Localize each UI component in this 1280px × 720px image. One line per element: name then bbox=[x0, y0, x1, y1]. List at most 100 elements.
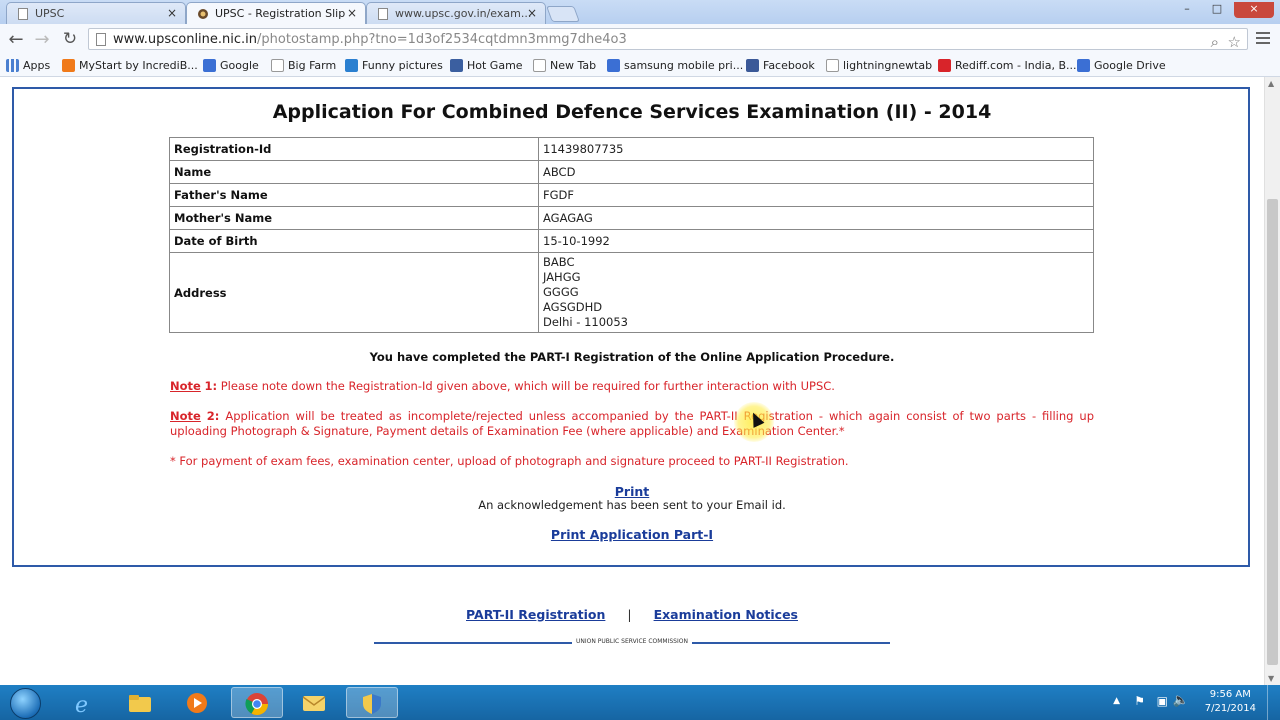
address-line: JAHGG bbox=[543, 270, 581, 284]
bookmark-apps[interactable]: Apps bbox=[6, 59, 50, 72]
scroll-down-icon[interactable]: ▼ bbox=[1268, 674, 1274, 683]
table-row: Father's Name FGDF bbox=[169, 183, 1094, 207]
svg-text:e: e bbox=[75, 693, 88, 715]
taskbar-security[interactable] bbox=[346, 687, 398, 718]
page-content: Application For Combined Defence Service… bbox=[0, 77, 1264, 685]
hot-game-icon bbox=[450, 59, 463, 72]
address-line: BABC bbox=[543, 255, 575, 269]
close-icon[interactable]: × bbox=[167, 6, 177, 20]
scrollbar-thumb[interactable] bbox=[1267, 199, 1278, 665]
new-tab-button[interactable] bbox=[546, 6, 580, 22]
maximize-button[interactable]: □ bbox=[1204, 2, 1230, 18]
page-icon bbox=[271, 59, 284, 72]
registration-details-table: Registration-Id 11439807735 Name ABCD Fath… bbox=[169, 137, 1094, 333]
examination-notices-link[interactable]: Examination Notices bbox=[654, 607, 798, 622]
tab-upsc[interactable]: UPSC × bbox=[6, 2, 186, 24]
funny-pictures-icon bbox=[345, 59, 358, 72]
bookmark-samsung[interactable]: samsung mobile pri... bbox=[607, 59, 743, 72]
clock-date: 7/21/2014 bbox=[1204, 703, 1256, 714]
apps-icon bbox=[6, 59, 19, 72]
field-value: ABCD bbox=[538, 160, 1094, 184]
zoom-icon[interactable]: ⌕ bbox=[1211, 31, 1219, 53]
start-button[interactable] bbox=[4, 685, 46, 720]
bookmark-big-farm[interactable]: Big Farm bbox=[271, 59, 336, 72]
clock-time: 9:56 AM bbox=[1209, 689, 1251, 700]
table-row: Mother's Name AGAGAG bbox=[169, 206, 1094, 230]
minimize-button[interactable]: – bbox=[1174, 2, 1200, 18]
completion-message: You have completed the PART-I Registrati… bbox=[369, 350, 895, 364]
address-bar[interactable]: www.upsconline.nic.in/photostamp.php?tno… bbox=[88, 28, 1248, 53]
note-3: * For payment of exam fees, examination … bbox=[170, 454, 849, 468]
table-row: Address BABC JAHGG GGGG AGSGDHD Delhi - … bbox=[169, 252, 1094, 333]
part2-registration-link[interactable]: PART-II Registration bbox=[466, 607, 605, 622]
taskbar-explorer[interactable] bbox=[115, 687, 167, 718]
print-application-part1-link[interactable]: Print Application Part-I bbox=[551, 527, 713, 542]
taskbar-chrome[interactable] bbox=[231, 687, 283, 718]
field-value: 11439807735 bbox=[538, 137, 1094, 161]
table-row: Date of Birth 15-10-1992 bbox=[169, 229, 1094, 253]
back-arrow-icon[interactable]: ← bbox=[6, 29, 26, 50]
field-label: Address bbox=[169, 252, 539, 333]
bookmarks-bar: Apps MyStart by IncrediB... Google Big F… bbox=[0, 56, 1280, 77]
tab-strip: UPSC × UPSC - Registration Slip × www.up… bbox=[0, 0, 1280, 24]
media-player-icon bbox=[187, 693, 207, 713]
table-row: Registration-Id 11439807735 bbox=[169, 137, 1094, 161]
bookmark-google[interactable]: Google bbox=[203, 59, 259, 72]
chrome-icon bbox=[245, 693, 268, 715]
network-icon[interactable]: ▣ bbox=[1157, 694, 1168, 708]
address-value: BABC JAHGG GGGG AGSGDHD Delhi - 110053 bbox=[538, 252, 1094, 333]
close-icon[interactable]: × bbox=[347, 6, 357, 20]
bookmark-google-drive[interactable]: Google Drive bbox=[1077, 59, 1166, 72]
page-icon bbox=[826, 59, 839, 72]
taskbar-media-player[interactable] bbox=[172, 687, 224, 718]
google-icon bbox=[203, 59, 216, 72]
mail-icon bbox=[302, 696, 326, 711]
note-1: Note 1: Please note down the Registratio… bbox=[170, 379, 835, 393]
menu-icon[interactable] bbox=[1256, 32, 1270, 47]
field-label: Name bbox=[169, 160, 539, 184]
footer-links: PART-II Registration | Examination Notic… bbox=[0, 607, 1264, 622]
scroll-up-icon[interactable]: ▲ bbox=[1268, 79, 1274, 88]
page-icon bbox=[96, 33, 106, 46]
field-value: FGDF bbox=[538, 183, 1094, 207]
footer-separator: | bbox=[627, 607, 632, 622]
upsc-logo-icon bbox=[198, 9, 208, 19]
star-icon[interactable]: ☆ bbox=[1228, 31, 1241, 53]
system-clock[interactable]: 9:56 AM 7/21/2014 bbox=[1205, 688, 1256, 716]
tab-upsc-gov[interactable]: www.upsc.gov.in/exam... × bbox=[366, 2, 546, 24]
reload-icon[interactable]: ↻ bbox=[60, 29, 80, 49]
address-line: AGSGDHD bbox=[543, 300, 603, 314]
page-icon bbox=[18, 8, 28, 20]
page-icon bbox=[533, 59, 546, 72]
tab-label: UPSC - Registration Slip bbox=[215, 7, 346, 20]
print-link[interactable]: Print bbox=[615, 484, 650, 499]
taskbar-mail[interactable] bbox=[289, 687, 341, 718]
google-icon bbox=[1077, 59, 1090, 72]
field-label: Father's Name bbox=[169, 183, 539, 207]
address-line: Delhi - 110053 bbox=[543, 315, 628, 329]
vertical-scrollbar[interactable]: ▲ ▼ bbox=[1264, 77, 1280, 685]
close-icon[interactable]: × bbox=[527, 6, 537, 20]
bookmark-lightningnewtab[interactable]: lightningnewtab bbox=[826, 59, 932, 72]
close-window-button[interactable]: × bbox=[1234, 2, 1274, 18]
field-label: Date of Birth bbox=[169, 229, 539, 253]
bookmark-funny-pictures[interactable]: Funny pictures bbox=[345, 59, 443, 72]
show-desktop-button[interactable] bbox=[1267, 685, 1280, 720]
taskbar-ie[interactable]: e bbox=[58, 687, 110, 718]
bookmark-hot-game[interactable]: Hot Game bbox=[450, 59, 523, 72]
tab-registration-slip[interactable]: UPSC - Registration Slip × bbox=[186, 2, 366, 24]
window-controls: – □ × bbox=[1174, 2, 1274, 18]
bookmark-mystart[interactable]: MyStart by IncrediB... bbox=[62, 59, 198, 72]
windows-taskbar: e ▲ ⚑ ▣ 🔈 9:56 AM 7/21/2014 bbox=[0, 685, 1280, 720]
action-center-icon[interactable]: ⚑ bbox=[1134, 694, 1145, 708]
field-label: Mother's Name bbox=[169, 206, 539, 230]
volume-icon[interactable]: 🔈 bbox=[1173, 693, 1189, 708]
bookmark-facebook[interactable]: Facebook bbox=[746, 59, 815, 72]
bookmark-rediff[interactable]: Rediff.com - India, B... bbox=[938, 59, 1077, 72]
page-title: Application For Combined Defence Service… bbox=[272, 101, 992, 123]
bookmark-new-tab[interactable]: New Tab bbox=[533, 59, 596, 72]
google-icon bbox=[607, 59, 620, 72]
note-2: Note 2: Application will be treated as i… bbox=[170, 409, 1095, 438]
show-hidden-icons-icon[interactable]: ▲ bbox=[1113, 696, 1120, 706]
forward-arrow-icon[interactable]: → bbox=[32, 29, 52, 50]
